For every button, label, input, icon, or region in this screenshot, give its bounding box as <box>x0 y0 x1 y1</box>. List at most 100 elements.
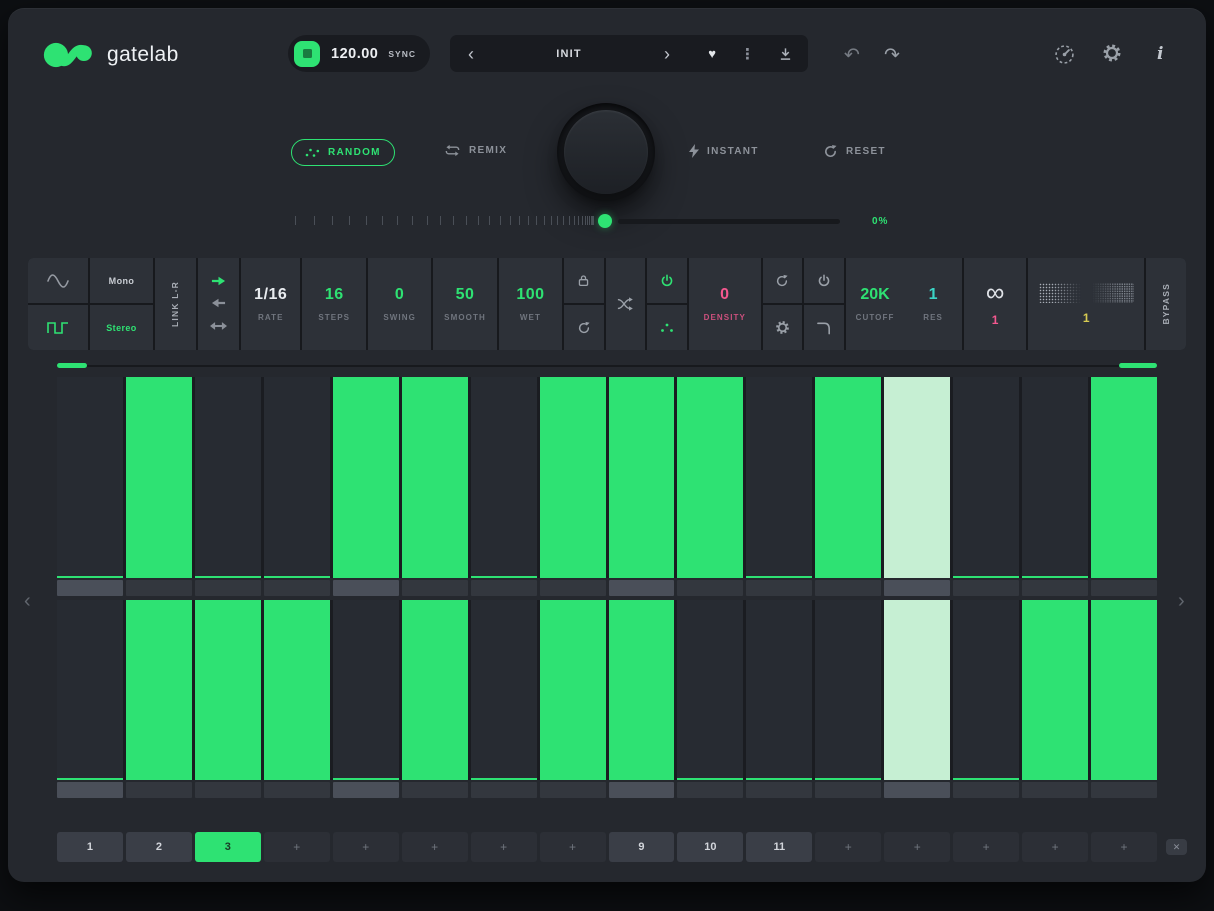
sync-toggle[interactable]: SYNC <box>388 49 416 59</box>
step-footer-left-13[interactable] <box>884 580 950 596</box>
instant-button[interactable]: INSTANT <box>689 144 759 158</box>
step-footer-right-1[interactable] <box>57 782 123 798</box>
mono-button[interactable]: Mono <box>90 258 153 303</box>
gate-step-right-13[interactable] <box>884 600 950 780</box>
remix-button[interactable]: REMIX <box>444 144 507 157</box>
pattern-slot-12[interactable]: + <box>815 832 881 862</box>
random-mode-button[interactable]: RANDOM <box>291 139 395 166</box>
gate-step-left-15[interactable] <box>1022 377 1088 578</box>
save-preset-icon[interactable] <box>779 47 792 61</box>
step-footer-right-8[interactable] <box>540 782 606 798</box>
direction-backward-button[interactable] <box>211 295 226 313</box>
step-footer-left-14[interactable] <box>953 580 1019 596</box>
pattern-slot-14[interactable]: + <box>953 832 1019 862</box>
step-footer-right-2[interactable] <box>126 782 192 798</box>
filter-control[interactable]: 20K CUTOFF 1 RES <box>846 258 962 350</box>
step-footer-right-10[interactable] <box>677 782 743 798</box>
gate-step-left-3[interactable] <box>195 377 261 578</box>
loop-start-handle[interactable] <box>57 363 87 368</box>
bpm-value[interactable]: 120.00 <box>331 46 378 62</box>
gate-step-right-14[interactable] <box>953 600 1019 780</box>
texture-b-icon[interactable] <box>1090 283 1134 303</box>
step-footer-right-9[interactable] <box>609 782 675 798</box>
filter-settings-button[interactable] <box>763 303 803 350</box>
settings-gear-icon[interactable] <box>1102 43 1122 63</box>
reset-button[interactable]: RESET <box>823 144 886 159</box>
step-footer-right-7[interactable] <box>471 782 537 798</box>
redo-button[interactable]: ↷ <box>884 46 900 65</box>
gate-step-left-16[interactable] <box>1091 377 1157 578</box>
gate-step-left-7[interactable] <box>471 377 537 578</box>
smooth-control[interactable]: 50 SMOOTH <box>433 258 497 350</box>
page-next-chevron[interactable]: › <box>1178 591 1185 611</box>
shuffle-button[interactable] <box>606 258 646 350</box>
gate-step-right-7[interactable] <box>471 600 537 780</box>
step-footer-right-13[interactable] <box>884 782 950 798</box>
step-footer-left-16[interactable] <box>1091 580 1157 596</box>
filter-power-button[interactable] <box>804 258 844 303</box>
gate-step-left-9[interactable] <box>609 377 675 578</box>
pattern-slot-13[interactable]: + <box>884 832 950 862</box>
gate-step-left-6[interactable] <box>402 377 468 578</box>
stop-button[interactable] <box>294 41 320 67</box>
hide-pattern-bar-icon[interactable]: ✕ <box>1166 839 1187 855</box>
direction-pingpong-button[interactable] <box>210 318 227 336</box>
pattern-slot-5[interactable]: + <box>333 832 399 862</box>
gate-step-left-4[interactable] <box>264 377 330 578</box>
step-footer-left-1[interactable] <box>57 580 123 596</box>
gate-step-left-13[interactable] <box>884 377 950 578</box>
pattern-slot-7[interactable]: + <box>471 832 537 862</box>
link-lr-button[interactable]: LINK L-R <box>155 258 196 350</box>
step-footer-left-15[interactable] <box>1022 580 1088 596</box>
auto-random-button[interactable] <box>564 303 604 350</box>
gate-step-left-11[interactable] <box>746 377 812 578</box>
midi-controller-icon[interactable] <box>1054 44 1075 65</box>
stereo-button[interactable]: Stereo <box>90 303 153 350</box>
lock-button[interactable] <box>564 258 604 303</box>
randomize-amount-track[interactable] <box>618 219 840 224</box>
rate-control[interactable]: 1/16 RATE <box>241 258 300 350</box>
preset-prev-button[interactable]: ‹ <box>466 45 476 63</box>
gate-step-left-10[interactable] <box>677 377 743 578</box>
pattern-slot-16[interactable]: + <box>1091 832 1157 862</box>
density-control[interactable]: 0 DENSITY <box>689 258 761 350</box>
texture-a-icon[interactable] <box>1039 283 1083 303</box>
pattern-slot-6[interactable]: + <box>402 832 468 862</box>
step-footer-left-5[interactable] <box>333 580 399 596</box>
step-footer-right-3[interactable] <box>195 782 261 798</box>
gate-step-left-1[interactable] <box>57 377 123 578</box>
step-footer-right-12[interactable] <box>815 782 881 798</box>
pattern-slot-4[interactable]: + <box>264 832 330 862</box>
step-footer-left-7[interactable] <box>471 580 537 596</box>
step-footer-left-4[interactable] <box>264 580 330 596</box>
step-footer-right-4[interactable] <box>264 782 330 798</box>
square-wave-button[interactable] <box>28 303 88 350</box>
pattern-slot-15[interactable]: + <box>1022 832 1088 862</box>
info-icon[interactable]: i <box>1157 44 1163 64</box>
gate-step-right-1[interactable] <box>57 600 123 780</box>
gate-step-right-11[interactable] <box>746 600 812 780</box>
step-footer-left-2[interactable] <box>126 580 192 596</box>
gate-step-right-6[interactable] <box>402 600 468 780</box>
cutoff-control[interactable]: 20K CUTOFF <box>846 286 904 322</box>
gate-step-right-15[interactable] <box>1022 600 1088 780</box>
step-footer-left-3[interactable] <box>195 580 261 596</box>
gate-step-right-8[interactable] <box>540 600 606 780</box>
pattern-slot-2[interactable]: 2 <box>126 832 192 862</box>
preset-menu-icon[interactable]: ⋮ <box>740 45 755 63</box>
step-footer-right-14[interactable] <box>953 782 1019 798</box>
pattern-slot-1[interactable]: 1 <box>57 832 123 862</box>
step-footer-left-8[interactable] <box>540 580 606 596</box>
gate-step-right-16[interactable] <box>1091 600 1157 780</box>
undo-button[interactable]: ↶ <box>844 46 860 65</box>
step-footer-right-15[interactable] <box>1022 782 1088 798</box>
step-footer-right-6[interactable] <box>402 782 468 798</box>
loop-end-handle[interactable] <box>1119 363 1157 368</box>
density-dots-button[interactable] <box>647 303 687 350</box>
gate-step-right-9[interactable] <box>609 600 675 780</box>
gate-amount-knob[interactable] <box>557 103 655 201</box>
gate-step-left-14[interactable] <box>953 377 1019 578</box>
pattern-slot-10[interactable]: 10 <box>677 832 743 862</box>
step-footer-right-5[interactable] <box>333 782 399 798</box>
res-control[interactable]: 1 RES <box>904 286 962 322</box>
